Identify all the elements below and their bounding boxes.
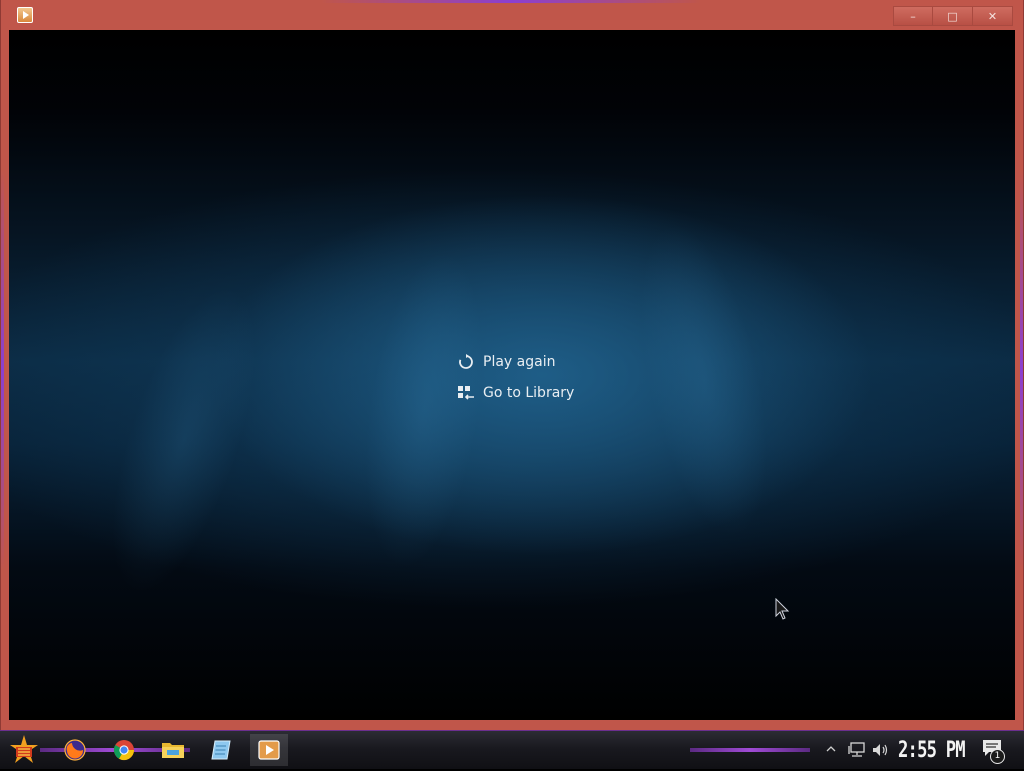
taskbar-notepad[interactable] — [202, 734, 240, 766]
end-of-playback-menu: Play again Go to Library — [457, 346, 574, 408]
folder-icon — [162, 743, 184, 758]
mouse-cursor-icon — [775, 598, 790, 620]
background-light-ray — [347, 243, 501, 577]
play-again-label: Play again — [483, 353, 556, 370]
firefox-icon — [64, 739, 86, 761]
taskbar-media-player[interactable] — [250, 734, 288, 766]
media-player-window: – □ ✕ Play again Go to Library — [0, 0, 1024, 730]
taskbar: 2:55 PM 1 — [0, 730, 1024, 769]
start-button[interactable] — [6, 733, 42, 767]
minimize-button[interactable]: – — [893, 6, 933, 26]
taskbar-clock[interactable]: 2:55 PM — [898, 738, 966, 763]
library-icon — [457, 384, 483, 402]
network-icon[interactable] — [848, 742, 866, 758]
play-again-button[interactable]: Play again — [457, 346, 574, 377]
media-player-icon — [258, 740, 280, 760]
taskbar-file-explorer[interactable] — [154, 734, 192, 766]
background-light-ray — [82, 270, 286, 610]
frame-glow-left — [1, 170, 4, 570]
playback-area[interactable]: Play again Go to Library — [9, 30, 1015, 720]
notepad-icon — [211, 740, 231, 760]
window-controls: – □ ✕ — [893, 6, 1013, 26]
taskbar-chrome[interactable] — [105, 734, 143, 766]
taskbar-firefox[interactable] — [56, 734, 94, 766]
chevron-up-icon[interactable] — [826, 742, 836, 756]
title-bar-glow — [321, 0, 701, 3]
chrome-icon — [113, 740, 135, 761]
media-player-icon[interactable] — [17, 7, 33, 23]
maximize-button[interactable]: □ — [933, 6, 973, 26]
frame-glow-right — [1020, 170, 1023, 570]
background-light-ray — [616, 212, 792, 548]
go-to-library-label: Go to Library — [483, 384, 575, 401]
close-button[interactable]: ✕ — [973, 6, 1013, 26]
go-to-library-button[interactable]: Go to Library — [457, 377, 574, 408]
notification-count-badge: 1 — [990, 749, 1005, 764]
volume-icon[interactable] — [871, 742, 889, 758]
start-icon — [10, 735, 38, 763]
replay-icon — [457, 353, 483, 371]
taskbar-accent-line — [690, 748, 810, 752]
notifications-button[interactable]: 1 — [982, 739, 1006, 764]
